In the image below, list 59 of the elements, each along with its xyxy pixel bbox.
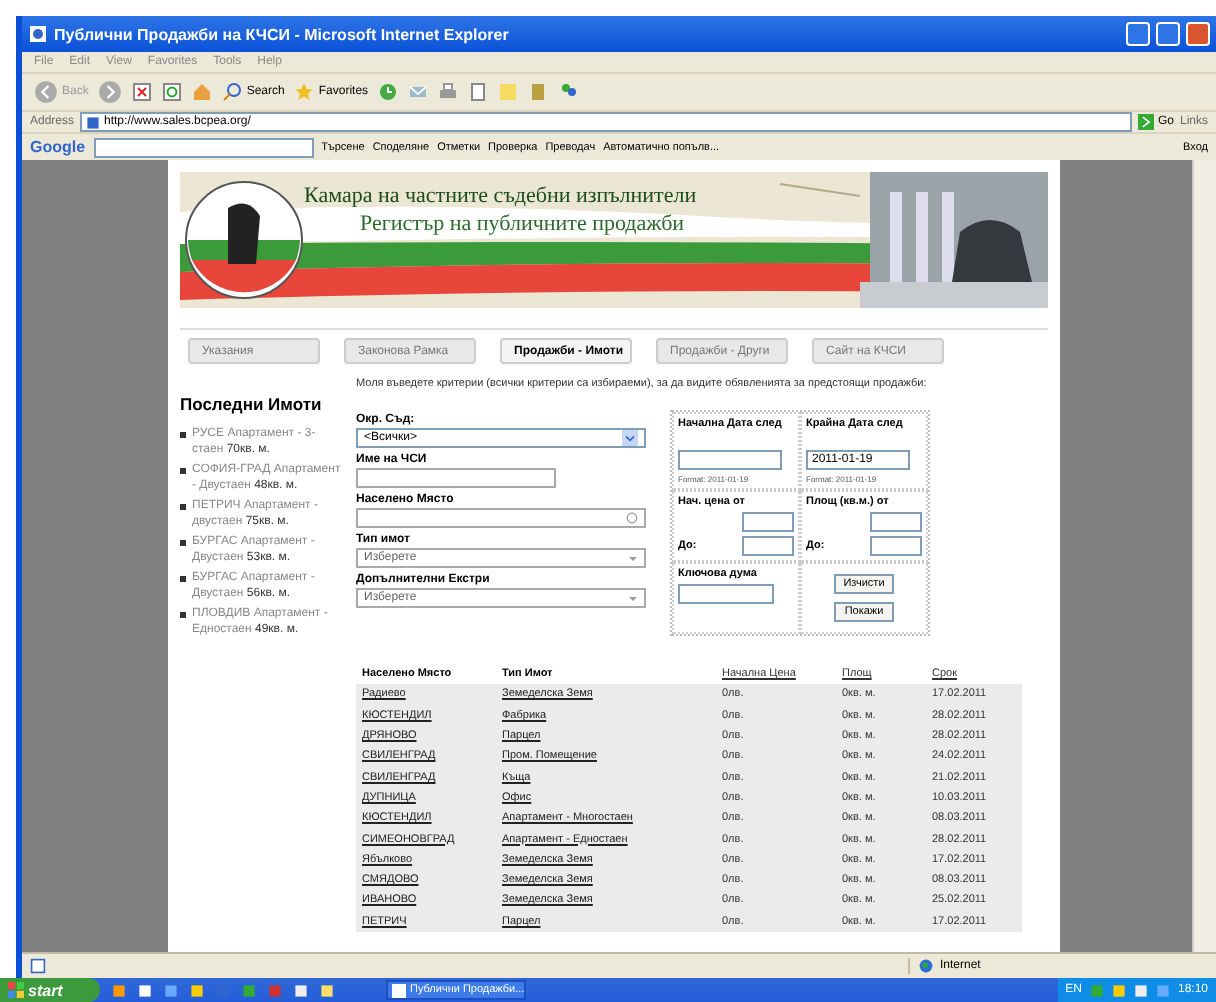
bullet bbox=[180, 432, 186, 438]
input-field[interactable] bbox=[870, 536, 922, 556]
input-field[interactable] bbox=[356, 468, 556, 488]
dropdown-arrow-icon bbox=[622, 430, 638, 446]
back-icon bbox=[34, 80, 58, 104]
close-button[interactable] bbox=[1186, 22, 1210, 46]
google-logo: Google bbox=[30, 138, 86, 156]
bullet bbox=[180, 540, 186, 546]
caret-icon bbox=[628, 553, 638, 563]
circle-icon bbox=[626, 512, 638, 524]
refresh-icon bbox=[162, 82, 183, 102]
arrow-icon bbox=[1137, 114, 1154, 130]
bullet bbox=[180, 504, 186, 510]
bullet bbox=[180, 576, 186, 582]
toolbar-button[interactable] bbox=[528, 82, 549, 102]
caret-icon bbox=[628, 593, 638, 603]
toolbar-button[interactable] bbox=[132, 82, 153, 102]
book-icon bbox=[528, 82, 549, 102]
input-field[interactable] bbox=[678, 584, 774, 604]
document-icon bbox=[468, 82, 489, 102]
input-field[interactable] bbox=[356, 508, 646, 528]
search-field[interactable] bbox=[93, 137, 314, 157]
note-icon bbox=[498, 82, 519, 102]
date-field[interactable] bbox=[678, 450, 782, 470]
stop-icon bbox=[132, 82, 153, 102]
scrollbar[interactable] bbox=[1192, 160, 1216, 952]
page-icon bbox=[86, 115, 101, 129]
minimize-button[interactable] bbox=[1126, 22, 1150, 46]
globe-icon bbox=[918, 958, 934, 974]
bullet bbox=[180, 612, 186, 618]
toolbar-button[interactable] bbox=[162, 82, 183, 102]
clock-icon bbox=[378, 82, 399, 102]
windows-logo-icon bbox=[8, 982, 24, 998]
browser-icon bbox=[28, 24, 48, 44]
people-icon bbox=[558, 82, 579, 102]
toolbar-button[interactable] bbox=[558, 82, 579, 102]
forward-icon bbox=[98, 80, 123, 104]
envelope-icon bbox=[408, 82, 429, 102]
toolbar-button[interactable] bbox=[438, 82, 459, 102]
sidebar-title: Последни Имоти bbox=[180, 394, 324, 414]
browser-icon bbox=[392, 983, 406, 997]
input-field[interactable] bbox=[742, 512, 794, 532]
star-icon bbox=[294, 82, 315, 102]
input-field[interactable] bbox=[742, 536, 794, 556]
start-button[interactable]: start bbox=[0, 978, 100, 1002]
maximize-button[interactable] bbox=[1156, 22, 1180, 46]
window-title: Публични Продажби на КЧСИ - Microsoft Internet Explorer bbox=[54, 25, 511, 43]
page-icon bbox=[30, 958, 46, 974]
banner-title: Камара на частните съдебни изпълнители bbox=[304, 184, 697, 208]
toolbar-button[interactable] bbox=[408, 82, 429, 102]
banner-subtitle: Регистър на публичните продажби bbox=[358, 212, 687, 236]
printer-icon bbox=[438, 82, 459, 102]
bullet bbox=[180, 468, 186, 474]
toolbar-button[interactable] bbox=[98, 80, 123, 104]
toolbar-button[interactable] bbox=[468, 82, 489, 102]
search-icon bbox=[222, 82, 243, 102]
input-field[interactable] bbox=[870, 512, 922, 532]
home-icon bbox=[192, 82, 213, 102]
toolbar-button[interactable] bbox=[378, 82, 399, 102]
